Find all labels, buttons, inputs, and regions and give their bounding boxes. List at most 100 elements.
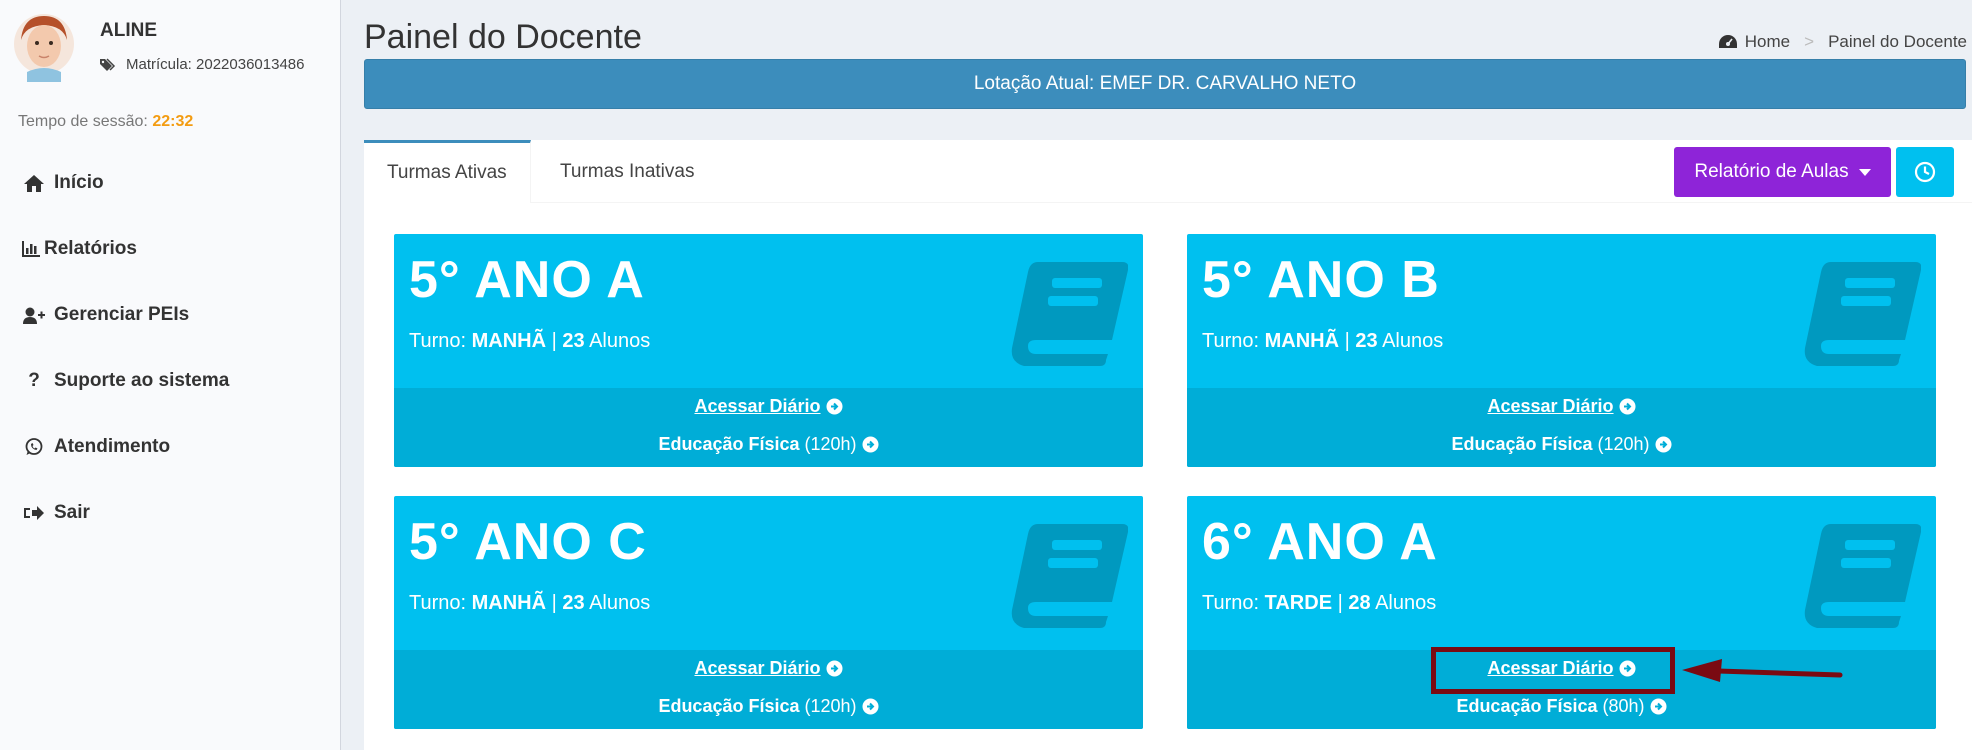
turma-name: 5° ANO B [1202, 251, 1440, 309]
relatorio-aulas-label: Relatório de Aulas [1694, 161, 1849, 182]
turma-info: Turno: MANHÃ | 23 Alunos [409, 330, 650, 353]
user-matricula-text: Matrícula: 2022036013486 [126, 56, 305, 73]
arrow-circle-right-icon [1655, 436, 1672, 453]
turma-name: 5° ANO C [409, 513, 647, 571]
home-icon [22, 173, 46, 193]
info-separator: | [1344, 330, 1350, 352]
alunos-label: Alunos [1375, 592, 1437, 614]
turma-info: Turno: MANHÃ | 23 Alunos [1202, 330, 1443, 353]
session-label: Tempo de sessão: [18, 113, 148, 130]
alunos-count: 23 [1355, 330, 1378, 352]
carga-horaria: (80h) [1602, 696, 1645, 716]
sidebar-item-inicio[interactable]: Início [0, 150, 341, 216]
tab-turmas-inativas[interactable]: Turmas Inativas [537, 140, 717, 203]
sidebar-item-label: Gerenciar PEIs [54, 304, 190, 325]
acessar-diario-link[interactable]: Acessar Diário [394, 396, 1143, 417]
highlight-box [1431, 647, 1675, 694]
sidebar-item-label: Sair [54, 502, 90, 523]
turma-name: 6° ANO A [1202, 513, 1438, 571]
sidebar-item-suporte[interactable]: ? Suporte ao sistema [0, 348, 341, 414]
turno-value: TARDE [1264, 592, 1333, 614]
turno-value: MANHÃ [471, 592, 547, 614]
sidebar-item-label: Início [54, 172, 104, 193]
history-button[interactable] [1896, 147, 1954, 197]
turma-name: 5° ANO A [409, 251, 645, 309]
alunos-count: 23 [562, 592, 585, 614]
carga-horaria: (120h) [1597, 434, 1650, 454]
turma-card-body: 6° ANO A Turno: TARDE | 28 Alunos [1187, 496, 1936, 650]
turma-card-body: 5° ANO A Turno: MANHÃ | 23 Alunos [394, 234, 1143, 388]
tab-turmas-ativas[interactable]: Turmas Ativas [364, 140, 531, 203]
turma-info: Turno: MANHÃ | 23 Alunos [409, 592, 650, 615]
book-icon [1804, 524, 1921, 628]
disciplina-name: Educação Física [1451, 434, 1593, 454]
disciplina-name: Educação Física [658, 434, 800, 454]
alunos-label: Alunos [1382, 330, 1444, 352]
sidebar-item-gerenciar-peis[interactable]: Gerenciar PEIs [0, 282, 341, 348]
turma-card: 6° ANO A Turno: TARDE | 28 Alunos Acessa… [1187, 496, 1936, 729]
sidebar: ALINE Matrícula: 2022036013486 Tempo de … [0, 0, 341, 750]
turma-card-footer: Acessar Diário Educação Física (120h) [394, 650, 1143, 729]
sidebar-menu: Início Relatórios Gerenciar PEIs ? Supor… [0, 150, 341, 546]
dashboard-icon [1718, 35, 1737, 48]
disciplina-name: Educação Física [658, 696, 800, 716]
acessar-diario-link[interactable]: Acessar Diário [1187, 396, 1936, 417]
main-content: Painel do Docente Home > Painel do Docen… [341, 0, 1972, 750]
acessar-diario-link[interactable]: Acessar Diário [394, 658, 1143, 679]
breadcrumb-current: Painel do Docente [1828, 32, 1967, 51]
tabs-bar: Turmas Ativas Turmas Inativas Relatório … [364, 140, 1972, 203]
arrow-circle-right-icon [862, 698, 879, 715]
sign-out-icon [22, 503, 46, 523]
user-matricula: Matrícula: 2022036013486 [100, 56, 304, 73]
book-icon [1011, 262, 1128, 366]
arrow-circle-right-icon [862, 436, 879, 453]
arrow-circle-right-icon [826, 398, 843, 415]
disciplina-link[interactable]: Educação Física (120h) [394, 696, 1143, 717]
alunos-label: Alunos [589, 592, 651, 614]
turma-info: Turno: TARDE | 28 Alunos [1202, 592, 1436, 615]
turno-label: Turno: [1202, 330, 1260, 352]
user-name: ALINE [100, 20, 157, 41]
alunos-count: 23 [562, 330, 585, 352]
disciplina-link[interactable]: Educação Física (120h) [394, 434, 1143, 455]
caret-down-icon [1858, 168, 1871, 176]
turno-label: Turno: [1202, 592, 1260, 614]
relatorio-aulas-button[interactable]: Relatório de Aulas [1674, 147, 1891, 197]
breadcrumb: Home > Painel do Docente [1718, 32, 1967, 52]
session-timer: Tempo de sessão: 22:32 [18, 113, 193, 131]
turma-card-footer: Acessar Diário Educação Física (120h) [394, 388, 1143, 467]
info-separator: | [551, 330, 557, 352]
turma-card-body: 5° ANO C Turno: MANHÃ | 23 Alunos [394, 496, 1143, 650]
sidebar-item-label: Suporte ao sistema [54, 370, 230, 391]
alunos-label: Alunos [589, 330, 651, 352]
page-title: Painel do Docente [364, 18, 642, 56]
breadcrumb-home[interactable]: Home [1745, 32, 1790, 52]
user-plus-icon [22, 305, 46, 325]
turno-label: Turno: [409, 592, 467, 614]
sidebar-item-relatorios[interactable]: Relatórios [0, 216, 341, 282]
clock-icon [1914, 161, 1936, 183]
arrow-circle-right-icon [826, 660, 843, 677]
bar-chart-icon [22, 239, 40, 259]
disciplina-link[interactable]: Educação Física (80h) [1187, 696, 1936, 717]
turno-label: Turno: [409, 330, 467, 352]
user-panel: ALINE Matrícula: 2022036013486 [0, 0, 341, 105]
avatar [14, 14, 74, 82]
disciplina-link[interactable]: Educação Física (120h) [1187, 434, 1936, 455]
session-time: 22:32 [152, 113, 194, 130]
arrow-circle-right-icon [1650, 698, 1667, 715]
sidebar-item-sair[interactable]: Sair [0, 480, 341, 546]
book-icon [1804, 262, 1921, 366]
turno-value: MANHÃ [471, 330, 547, 352]
carga-horaria: (120h) [804, 434, 857, 454]
turma-card-footer: Acessar Diário Educação Física (120h) [1187, 388, 1936, 467]
turma-card-body: 5° ANO B Turno: MANHÃ | 23 Alunos [1187, 234, 1936, 388]
info-separator: | [1337, 592, 1343, 614]
breadcrumb-separator: > [1804, 32, 1815, 51]
turma-card: 5° ANO A Turno: MANHÃ | 23 Alunos Acessa… [394, 234, 1143, 467]
turno-value: MANHÃ [1264, 330, 1340, 352]
arrow-circle-right-icon [1619, 398, 1636, 415]
sidebar-item-atendimento[interactable]: Atendimento [0, 414, 341, 480]
sidebar-item-label: Atendimento [54, 436, 171, 457]
book-icon [1011, 524, 1128, 628]
